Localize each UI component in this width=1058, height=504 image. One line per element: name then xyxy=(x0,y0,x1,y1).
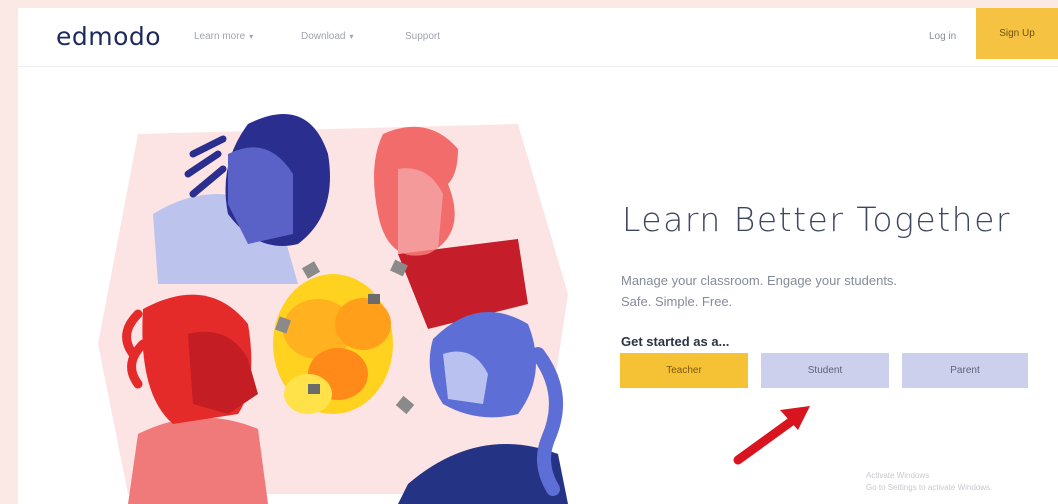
chevron-down-icon: ▾ xyxy=(249,32,254,41)
red-arrow-icon xyxy=(733,406,810,465)
nav-link-label: Learn more xyxy=(194,31,246,42)
watermark-line: Activate Windows xyxy=(866,471,930,480)
activate-windows-watermark: Activate Windows Go to Settings to activ… xyxy=(866,470,1056,494)
hero-subtitle-line: Safe. Simple. Free. xyxy=(621,294,733,309)
watermark-line: Go to Settings to activate Windows. xyxy=(866,483,993,492)
nav-link-label: Support xyxy=(405,31,441,42)
edmodo-homepage: edmodo Learn more ▾ Download ▾ Support Log… xyxy=(18,8,1058,504)
nav-link-label: Download xyxy=(301,31,346,42)
hero-illustration xyxy=(98,114,568,504)
get-started-label: Get started as a... xyxy=(621,334,730,349)
signup-label: Sign Up xyxy=(999,28,1035,39)
chevron-down-icon: ▾ xyxy=(349,32,354,41)
nav-link-download[interactable]: Download ▾ xyxy=(301,31,354,42)
nav-link-support[interactable]: Support xyxy=(405,31,440,42)
hero-subtitle-line: Manage your classroom. Engage your stude… xyxy=(621,273,898,288)
hero-headline: Learn Better Together xyxy=(622,200,1011,239)
login-link[interactable]: Log in xyxy=(929,31,956,42)
nav-link-learn-more[interactable]: Learn more ▾ xyxy=(194,31,253,42)
signup-button[interactable]: Sign Up xyxy=(976,8,1058,59)
hero-subtitle: Manage your classroom. Engage your stude… xyxy=(621,270,1021,312)
edmodo-logo[interactable]: edmodo xyxy=(56,22,161,51)
top-navbar: edmodo Learn more ▾ Download ▾ Support Log… xyxy=(18,8,1058,67)
parent-button[interactable]: Parent xyxy=(902,353,1028,388)
